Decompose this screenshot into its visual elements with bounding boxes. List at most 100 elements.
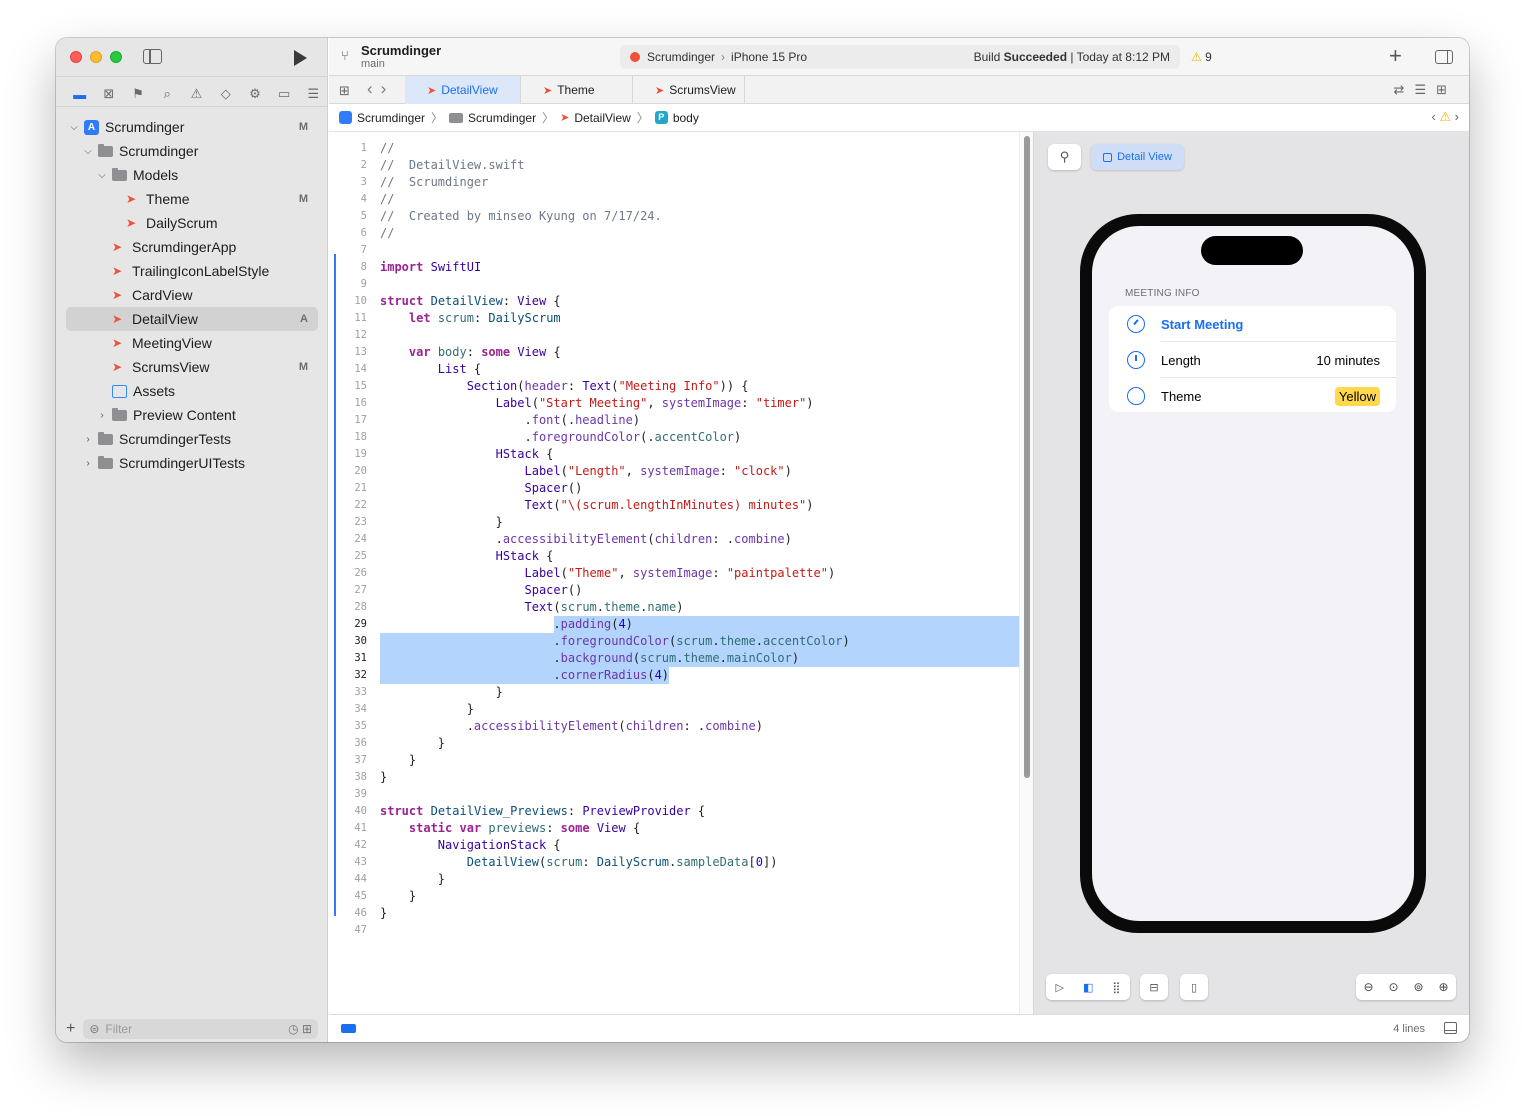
tree-item[interactable]: ➤ ScrumdingerApp <box>66 235 318 259</box>
line-number[interactable]: 41 <box>329 820 367 837</box>
debug-area-toggle-icon[interactable] <box>1444 1022 1457 1034</box>
filter-input[interactable]: ⊜ Filter ◷ ⊞ <box>83 1019 318 1039</box>
code-line[interactable]: 35 .accessibilityElement(children: .comb… <box>329 718 1019 735</box>
line-number[interactable]: 35 <box>329 718 367 735</box>
code-line[interactable]: 42 NavigationStack { <box>329 837 1019 854</box>
line-number[interactable]: 28 <box>329 599 367 616</box>
code-line[interactable]: 44 } <box>329 871 1019 888</box>
line-number[interactable]: 18 <box>329 429 367 446</box>
line-number[interactable]: 44 <box>329 871 367 888</box>
code-line[interactable]: 34 } <box>329 701 1019 718</box>
line-number[interactable]: 13 <box>329 344 367 361</box>
find-icon[interactable]: ⌕ <box>153 84 182 104</box>
close-window-button[interactable] <box>70 51 82 63</box>
line-number[interactable]: 12 <box>329 327 367 344</box>
chevron-right-icon[interactable]: › <box>96 410 108 421</box>
tree-item[interactable]: ⌵ Scrumdinger <box>66 139 318 163</box>
tree-item[interactable]: › ScrumdingerTests <box>66 427 318 451</box>
code-line[interactable]: 32 .cornerRadius(4) <box>329 667 1019 684</box>
tab-theme[interactable]: ➤ Theme <box>521 76 633 104</box>
code-line[interactable]: 16 Label("Start Meeting", systemImage: "… <box>329 395 1019 412</box>
library-add-icon[interactable]: + <box>1389 43 1402 69</box>
line-number[interactable]: 6 <box>329 225 367 242</box>
scroll-thumb[interactable] <box>1024 136 1030 778</box>
pin-icon[interactable]: ⚲ <box>1048 144 1081 170</box>
chevron-down-icon[interactable]: ⌵ <box>68 122 80 133</box>
line-number[interactable]: 10 <box>329 293 367 310</box>
issue-icon[interactable]: ⚠ <box>182 84 211 104</box>
line-number[interactable]: 46 <box>329 905 367 922</box>
code-line[interactable]: 30 .foregroundColor(scrum.theme.accentCo… <box>329 633 1019 650</box>
line-number[interactable]: 15 <box>329 378 367 395</box>
line-number[interactable]: 7 <box>329 242 367 259</box>
chevron-right-icon[interactable]: › <box>82 434 94 445</box>
code-line[interactable]: 25 HStack { <box>329 548 1019 565</box>
variants-icon[interactable]: ⣿ <box>1112 981 1120 994</box>
line-number[interactable]: 8 <box>329 259 367 276</box>
line-number[interactable]: 16 <box>329 395 367 412</box>
line-number[interactable]: 32 <box>329 667 367 684</box>
device-settings-icon[interactable]: ⊟ <box>1140 974 1168 1000</box>
preview-selector-button[interactable]: Detail View <box>1091 144 1184 170</box>
scheme-selector[interactable]: Scrumdinger <box>647 50 715 64</box>
tree-item[interactable]: ➤ ScrumsView M <box>66 355 318 379</box>
line-number[interactable]: 34 <box>329 701 367 718</box>
code-line[interactable]: 7 <box>329 242 1019 259</box>
line-number[interactable]: 29 <box>329 616 367 633</box>
line-number[interactable]: 38 <box>329 769 367 786</box>
code-line[interactable]: 18 .foregroundColor(.accentColor) <box>329 429 1019 446</box>
source-control-icon[interactable]: ⊠ <box>94 84 123 104</box>
code-line[interactable]: 43 DetailView(scrum: DailyScrum.sampleDa… <box>329 854 1019 871</box>
zoom-in-icon[interactable]: ⊕ <box>1438 980 1448 994</box>
tree-item[interactable]: › ScrumdingerUITests <box>66 451 318 475</box>
code-line[interactable]: 24 .accessibilityElement(children: .comb… <box>329 531 1019 548</box>
code-line[interactable]: 46} <box>329 905 1019 922</box>
line-number[interactable]: 24 <box>329 531 367 548</box>
line-number[interactable]: 42 <box>329 837 367 854</box>
chevron-down-icon[interactable]: ⌵ <box>82 146 94 157</box>
chevron-down-icon[interactable]: ⌵ <box>96 170 108 181</box>
issue-navigation[interactable]: ‹ ⚠ › <box>1431 109 1459 125</box>
code-line[interactable]: 45 } <box>329 888 1019 905</box>
code-line[interactable]: 47 <box>329 922 1019 939</box>
code-line[interactable]: 4 // <box>329 191 1019 208</box>
code-line[interactable]: 11 let scrum: DailyScrum <box>329 310 1019 327</box>
code-line[interactable]: 20 Label("Length", systemImage: "clock") <box>329 463 1019 480</box>
line-number[interactable]: 1 <box>329 140 367 157</box>
minimize-window-button[interactable] <box>90 51 102 63</box>
tree-item[interactable]: ➤ MeetingView <box>66 331 318 355</box>
code-line[interactable]: 8 import SwiftUI <box>329 259 1019 276</box>
device-selector[interactable]: iPhone 15 Pro <box>731 50 807 64</box>
test-icon[interactable]: ◇ <box>211 84 240 104</box>
code-line[interactable]: 37 } <box>329 752 1019 769</box>
chevron-right-icon[interactable]: › <box>82 458 94 469</box>
folder-icon[interactable]: ▬ <box>65 84 94 104</box>
tree-item[interactable]: ⌵ A Scrumdinger M <box>66 115 318 139</box>
line-number[interactable]: 45 <box>329 888 367 905</box>
code-line[interactable]: 22 Text("\(scrum.lengthInMinutes) minute… <box>329 497 1019 514</box>
code-line[interactable]: 38} <box>329 769 1019 786</box>
add-icon[interactable]: + <box>66 1020 75 1038</box>
line-number[interactable]: 26 <box>329 565 367 582</box>
tab-scrumsview[interactable]: ➤ ScrumsView <box>633 76 745 104</box>
line-number[interactable]: 40 <box>329 803 367 820</box>
code-line[interactable]: 19 HStack { <box>329 446 1019 463</box>
editor-scrollbar[interactable] <box>1019 132 1033 1014</box>
zoom-window-button[interactable] <box>110 51 122 63</box>
code-line[interactable]: 6 // <box>329 225 1019 242</box>
line-number[interactable]: 21 <box>329 480 367 497</box>
zoom-out-icon[interactable]: ⊖ <box>1363 980 1373 994</box>
code-line[interactable]: 5 // Created by minseo Kyung on 7/17/24. <box>329 208 1019 225</box>
line-number[interactable]: 23 <box>329 514 367 531</box>
line-number[interactable]: 37 <box>329 752 367 769</box>
zoom-actual-icon[interactable]: ⊙ <box>1388 980 1398 994</box>
code-line[interactable]: 39 <box>329 786 1019 803</box>
warnings-badge[interactable]: ⚠ 9 <box>1191 50 1212 64</box>
code-line[interactable]: 12 <box>329 327 1019 344</box>
code-line[interactable]: 33 } <box>329 684 1019 701</box>
device-screen[interactable]: MEETING INFO Start Meeting Length 10 min… <box>1092 226 1414 921</box>
line-number[interactable]: 19 <box>329 446 367 463</box>
selectable-mode-icon[interactable]: ◧ <box>1083 981 1093 994</box>
run-button[interactable] <box>294 50 307 66</box>
code-line[interactable]: 1 // <box>329 140 1019 157</box>
